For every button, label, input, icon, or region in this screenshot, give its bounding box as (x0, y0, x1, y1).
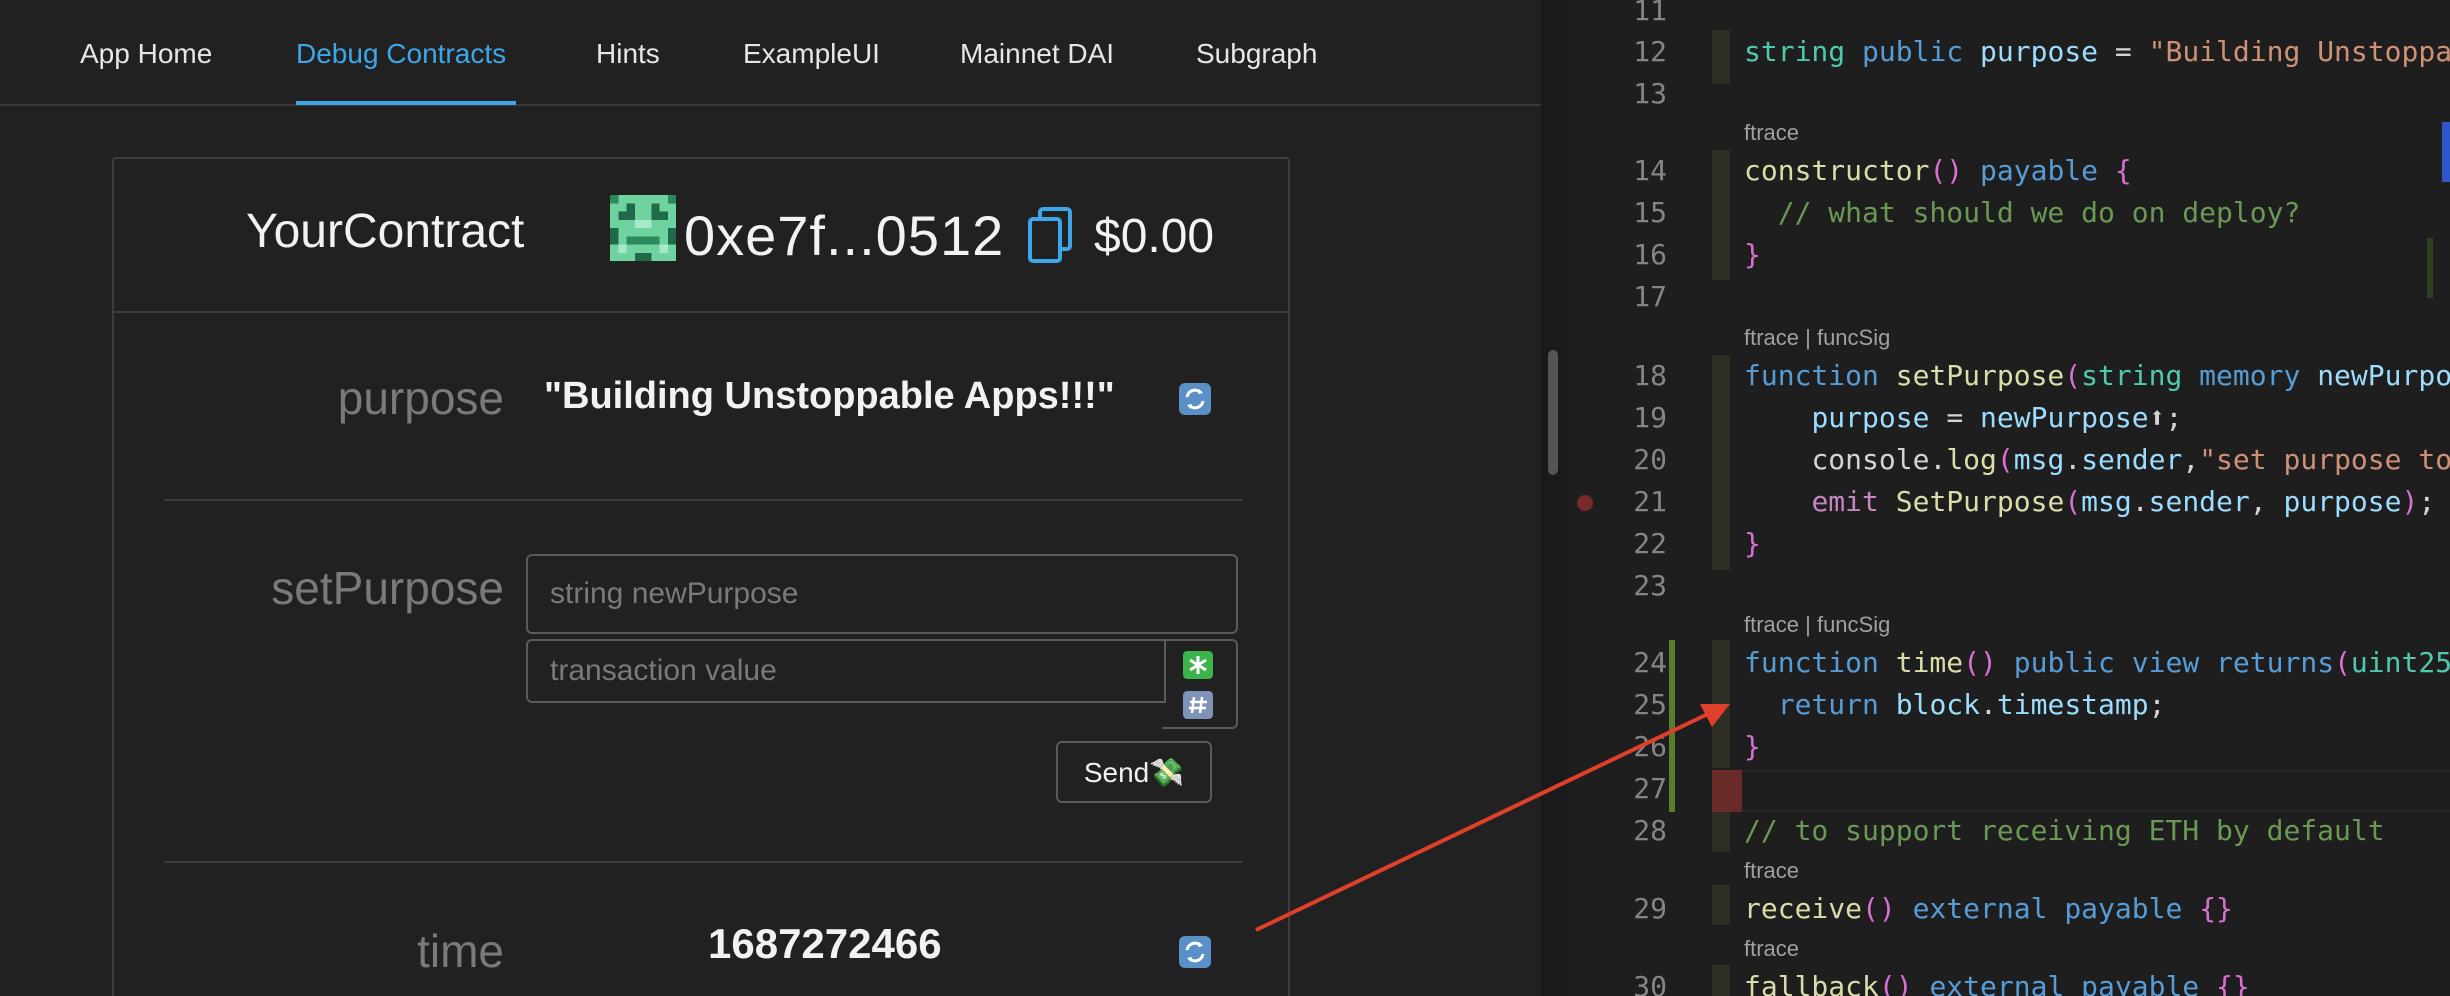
top-nav: App Home Debug Contracts Hints ExampleUI… (0, 0, 1541, 106)
active-tab-indicator (296, 101, 516, 105)
refresh-icon[interactable] (1178, 382, 1212, 416)
line-number: 11 (1633, 0, 1667, 27)
line-number: 28 (1633, 814, 1667, 847)
contract-card: YourContract 0xe7f...0512 $0.00 purpose … (112, 157, 1290, 996)
code-line: } (1744, 238, 1761, 271)
contract-balance: $0.00 (1094, 210, 1215, 263)
line-number: 30 (1633, 970, 1667, 996)
indent-guide (1712, 640, 1730, 768)
code-line: // what should we do on deploy? (1744, 196, 2301, 229)
field-divider (164, 861, 1242, 863)
line-number: 26 (1633, 730, 1667, 763)
nav-app-home[interactable]: App Home (80, 38, 212, 70)
nav-example-ui[interactable]: ExampleUI (743, 38, 880, 70)
send-button[interactable]: Send💸 (1056, 741, 1212, 803)
line-number: 15 (1633, 196, 1667, 229)
code-line: // to support receiving ETH by default (1744, 814, 2385, 847)
copy-icon[interactable] (1026, 205, 1076, 265)
line-number: 22 (1633, 527, 1667, 560)
code-line: function time() public view returns(uint… (1744, 646, 2450, 679)
code-line: fallback() external payable {} (1744, 970, 2250, 996)
text-cursor (1712, 770, 1742, 812)
identicon-icon (610, 195, 676, 261)
line-number: 25 (1633, 688, 1667, 721)
code-line: } (1744, 527, 1761, 560)
scrollbar-track[interactable] (1541, 0, 1567, 996)
code-line: } (1744, 730, 1761, 763)
line-number: 19 (1633, 401, 1667, 434)
time-label: time (417, 925, 504, 977)
line-number: 24 (1633, 646, 1667, 679)
code-line: string public purpose = "Building Unstop… (1744, 35, 2450, 68)
value-addon (1162, 639, 1238, 729)
nav-mainnet-dai[interactable]: Mainnet DAI (960, 38, 1114, 70)
indent-guide (1712, 30, 1730, 84)
hash-icon[interactable] (1183, 691, 1213, 719)
git-change-marker (1669, 640, 1675, 812)
contract-address: 0xe7f...0512 (684, 204, 1005, 267)
indent-guide (1712, 355, 1730, 570)
current-line-highlight (1712, 770, 2450, 812)
codelens[interactable]: ftrace (1744, 120, 1799, 146)
new-purpose-input[interactable] (528, 556, 1236, 632)
line-number: 23 (1633, 569, 1667, 602)
code-line: console.log(msg.sender,"set purpose to (1811, 443, 2450, 476)
code-line: constructor() payable { (1744, 154, 2132, 187)
nav-hints[interactable]: Hints (596, 38, 660, 70)
dapp-panel: App Home Debug Contracts Hints ExampleUI… (0, 0, 1541, 996)
codelens[interactable]: ftrace | funcSig (1744, 325, 1890, 351)
setpurpose-label: setPurpose (271, 562, 504, 614)
line-number: 17 (1633, 280, 1667, 313)
line-number: 12 (1633, 35, 1667, 68)
code-line: function setPurpose(string memory newPur… (1744, 359, 2450, 392)
line-number: 18 (1633, 359, 1667, 392)
codelens[interactable]: ftrace (1744, 936, 1799, 962)
nav-subgraph[interactable]: Subgraph (1196, 38, 1317, 70)
line-number: 16 (1633, 238, 1667, 271)
code-line: receive() external payable {} (1744, 892, 2233, 925)
line-number: 21 (1633, 485, 1667, 518)
indent-guide (1712, 965, 1730, 996)
transaction-value-input[interactable] (528, 641, 1164, 701)
asterisk-icon[interactable] (1183, 651, 1213, 679)
purpose-value: "Building Unstoppable Apps!!!" (544, 375, 1115, 417)
line-number: 13 (1633, 77, 1667, 110)
field-divider (164, 499, 1242, 501)
codelens[interactable]: ftrace | funcSig (1744, 612, 1890, 638)
indent-guide (1712, 885, 1730, 925)
indent-guide (1712, 150, 1730, 280)
minimap-marker (2442, 122, 2450, 182)
code-editor[interactable]: 11 12 13 14 15 16 17 18 19 20 21 22 23 2… (1567, 0, 2450, 996)
new-purpose-field[interactable] (526, 554, 1238, 634)
scrollbar-thumb[interactable] (1548, 350, 1558, 475)
line-number: 29 (1633, 892, 1667, 925)
line-number: 20 (1633, 443, 1667, 476)
code-line: emit SetPurpose(msg.sender, purpose); (1811, 485, 2436, 518)
indent-guide (1712, 812, 1730, 852)
refresh-icon[interactable] (1178, 935, 1212, 969)
contract-header: YourContract 0xe7f...0512 $0.00 (114, 159, 1288, 313)
code-line: purpose = newPurpose⬆; (1811, 401, 2183, 434)
codelens[interactable]: ftrace (1744, 858, 1799, 884)
time-value: 1687272466 (708, 920, 942, 967)
contract-name: YourContract (246, 205, 525, 258)
transaction-value-field[interactable] (526, 639, 1166, 703)
code-line: return block.timestamp; (1777, 688, 2166, 721)
purpose-label: purpose (337, 372, 504, 424)
line-number: 14 (1633, 154, 1667, 187)
line-number: 27 (1633, 772, 1667, 805)
nav-debug-contracts[interactable]: Debug Contracts (296, 38, 506, 70)
minimap-marker (2427, 238, 2433, 298)
